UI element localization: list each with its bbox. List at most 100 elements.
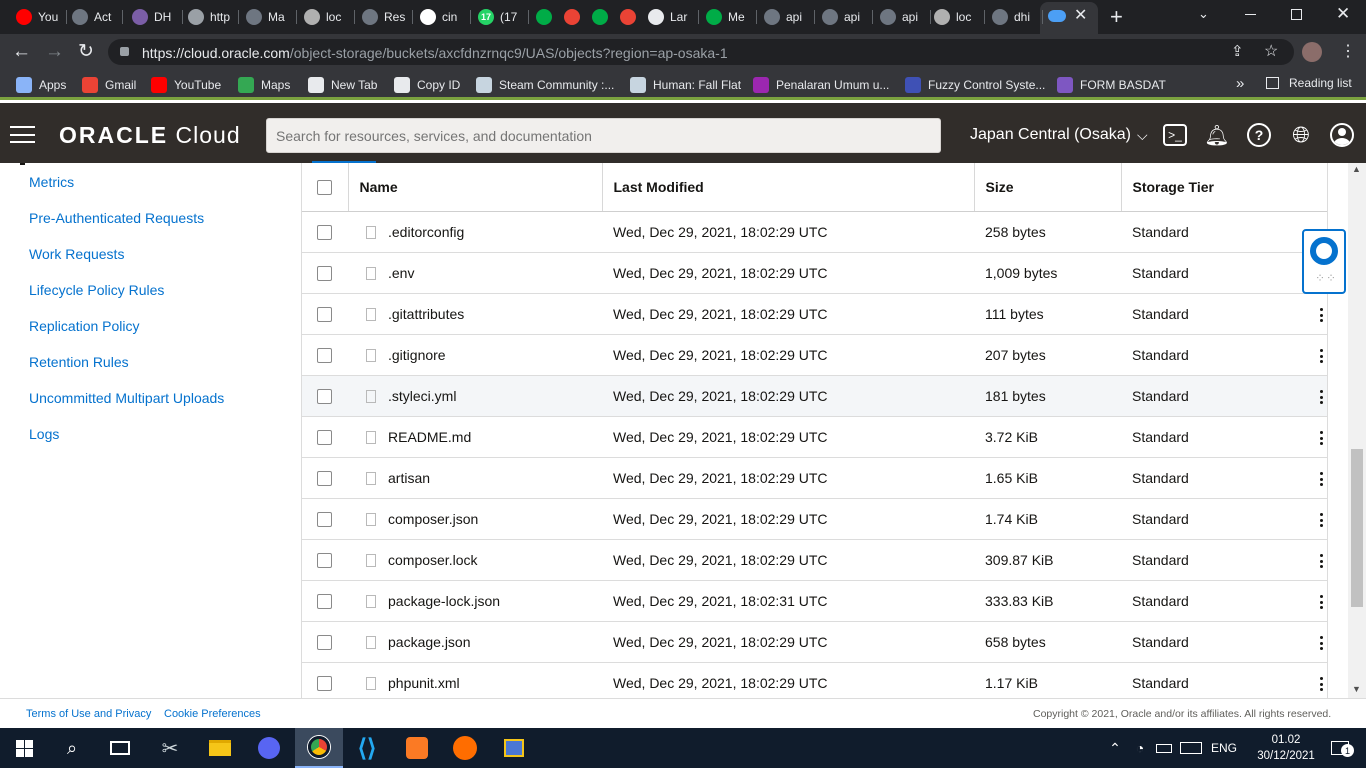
row-actions-menu-icon[interactable]: [1314, 634, 1328, 652]
row-checkbox[interactable]: [317, 675, 332, 691]
bookmark-item[interactable]: Apps: [16, 77, 66, 93]
table-row[interactable]: README.md Wed, Dec 29, 2021, 18:02:29 UTC…: [302, 416, 1327, 458]
object-name[interactable]: .env: [388, 265, 414, 281]
bookmark-item[interactable]: Steam Community :...: [476, 77, 614, 93]
lock-icon[interactable]: [120, 47, 129, 56]
row-checkbox[interactable]: [317, 470, 332, 486]
minimize-button[interactable]: [1245, 14, 1256, 15]
column-header-name[interactable]: Name: [348, 163, 603, 212]
windows-start-icon[interactable]: [0, 728, 48, 768]
drag-handle-icon[interactable]: ⁘⁘: [1315, 272, 1337, 284]
table-row[interactable]: artisan Wed, Dec 29, 2021, 18:02:29 UTC 1.…: [302, 457, 1327, 499]
bookmark-item[interactable]: Copy ID: [394, 77, 460, 93]
vscode-icon[interactable]: ⟨⟩: [343, 728, 391, 768]
object-name[interactable]: composer.lock: [388, 552, 477, 568]
sidebar-link-replication-policy[interactable]: Replication Policy: [29, 318, 140, 334]
hamburger-menu-icon[interactable]: [10, 126, 35, 143]
chrome-taskbar-icon[interactable]: [295, 728, 343, 768]
restore-button[interactable]: [1291, 9, 1302, 20]
column-header-size[interactable]: Size: [974, 163, 1122, 212]
url-text[interactable]: https://cloud.oracle.com/object-storage/…: [142, 45, 728, 61]
sidebar-link-retention-rules[interactable]: Retention Rules: [29, 354, 129, 370]
new-tab-button[interactable]: +: [1110, 4, 1123, 30]
browser-tab[interactable]: http: [188, 4, 234, 30]
row-checkbox[interactable]: [317, 593, 332, 609]
object-name[interactable]: artisan: [388, 470, 430, 486]
browser-tab[interactable]: cin: [420, 4, 466, 30]
row-actions-menu-icon[interactable]: [1314, 347, 1328, 365]
share-icon[interactable]: ⇪: [1231, 42, 1244, 60]
column-header-last-modified[interactable]: Last Modified: [602, 163, 975, 212]
table-row[interactable]: package.json Wed, Dec 29, 2021, 18:02:29 …: [302, 621, 1327, 663]
snipping-tool-icon[interactable]: ✂: [146, 728, 194, 768]
row-checkbox[interactable]: [317, 306, 332, 322]
bookmark-item[interactable]: Maps: [238, 77, 290, 93]
sidebar-link-uncommitted-multipart-uploads[interactable]: Uncommitted Multipart Uploads: [29, 390, 224, 406]
table-row[interactable]: phpunit.xml Wed, Dec 29, 2021, 18:02:29 U…: [302, 662, 1327, 698]
notifications-bell-icon[interactable]: 🔔︎: [1203, 121, 1231, 149]
tab-search-icon[interactable]: ⌄: [1198, 6, 1209, 22]
search-input[interactable]: [266, 118, 941, 153]
row-actions-menu-icon[interactable]: [1314, 511, 1328, 529]
reload-icon[interactable]: ↻: [78, 40, 94, 63]
bookmark-item[interactable]: YouTube: [151, 77, 221, 93]
profile-avatar[interactable]: [1302, 42, 1322, 62]
task-view-icon[interactable]: [96, 728, 144, 768]
browser-tab[interactable]: dhi: [992, 4, 1038, 30]
browser-tab[interactable]: 17 (17: [478, 4, 524, 30]
object-name[interactable]: composer.json: [388, 511, 478, 527]
scrollbar-thumb[interactable]: [1351, 449, 1363, 607]
file-explorer-icon[interactable]: [196, 728, 244, 768]
sidebar-link-logs[interactable]: Logs: [29, 426, 59, 442]
language-globe-icon[interactable]: 🌐︎: [1287, 121, 1315, 149]
reading-list-button[interactable]: Reading list: [1266, 76, 1352, 90]
browser-menu-icon[interactable]: ⋮: [1340, 41, 1356, 61]
bookmark-item[interactable]: Gmail: [82, 77, 136, 93]
bookmark-item[interactable]: Fuzzy Control Syste...: [905, 77, 1045, 93]
vertical-scrollbar[interactable]: [1348, 163, 1366, 698]
row-checkbox[interactable]: [317, 265, 332, 281]
wifi-icon[interactable]: ◔: [1128, 728, 1152, 768]
browser-tab[interactable]: loc: [304, 4, 350, 30]
row-actions-menu-icon[interactable]: [1314, 388, 1328, 406]
object-name[interactable]: .styleci.yml: [388, 388, 456, 404]
sidebar-link-pre-authenticated-requests[interactable]: Pre-Authenticated Requests: [29, 210, 204, 226]
help-widget[interactable]: ⁘⁘: [1302, 229, 1346, 294]
battery-icon[interactable]: [1152, 728, 1176, 768]
network-app-icon[interactable]: [490, 728, 538, 768]
browser-tab[interactable]: Ma: [246, 4, 292, 30]
close-tab-icon[interactable]: ✕: [1074, 5, 1087, 25]
cookie-preferences-link[interactable]: Cookie Preferences: [164, 708, 261, 720]
bookmarks-overflow-button[interactable]: »: [1236, 75, 1244, 92]
browser-tab[interactable]: Res: [362, 4, 408, 30]
oracle-cloud-logo[interactable]: ORACLE Cloud: [59, 122, 241, 149]
browser-tab[interactable]: Act: [72, 4, 118, 30]
table-row[interactable]: .styleci.yml Wed, Dec 29, 2021, 18:02:29 …: [302, 375, 1327, 417]
active-tab[interactable]: ✕: [1040, 2, 1098, 34]
browser-tab[interactable]: Me: [706, 4, 752, 30]
object-name[interactable]: package.json: [388, 634, 471, 650]
browser-tab[interactable]: [592, 4, 616, 30]
object-name[interactable]: .editorconfig: [388, 224, 464, 240]
sublime-text-icon[interactable]: [441, 728, 489, 768]
row-checkbox[interactable]: [317, 347, 332, 363]
column-header-storage-tier[interactable]: Storage Tier: [1121, 163, 1327, 212]
discord-icon[interactable]: [245, 728, 293, 768]
clock[interactable]: 01.02 30/12/2021: [1254, 728, 1318, 768]
bookmark-star-icon[interactable]: ☆: [1264, 41, 1278, 61]
scroll-up-arrow-icon[interactable]: ▲: [1352, 164, 1361, 174]
row-checkbox[interactable]: [317, 388, 332, 404]
sidebar-link-metrics[interactable]: Metrics: [29, 174, 74, 190]
help-icon[interactable]: ?: [1245, 121, 1273, 149]
sidebar-link-lifecycle-policy-rules[interactable]: Lifecycle Policy Rules: [29, 282, 164, 298]
table-row[interactable]: composer.json Wed, Dec 29, 2021, 18:02:29…: [302, 498, 1327, 540]
object-name[interactable]: .gitignore: [388, 347, 446, 363]
object-name[interactable]: package-lock.json: [388, 593, 500, 609]
row-checkbox[interactable]: [317, 511, 332, 527]
browser-tab[interactable]: loc: [934, 4, 980, 30]
scroll-down-arrow-icon[interactable]: ▼: [1352, 684, 1361, 694]
object-name[interactable]: phpunit.xml: [388, 675, 460, 691]
row-checkbox[interactable]: [317, 552, 332, 568]
keyboard-icon[interactable]: [1177, 728, 1205, 768]
bookmark-item[interactable]: Human: Fall Flat: [630, 77, 741, 93]
